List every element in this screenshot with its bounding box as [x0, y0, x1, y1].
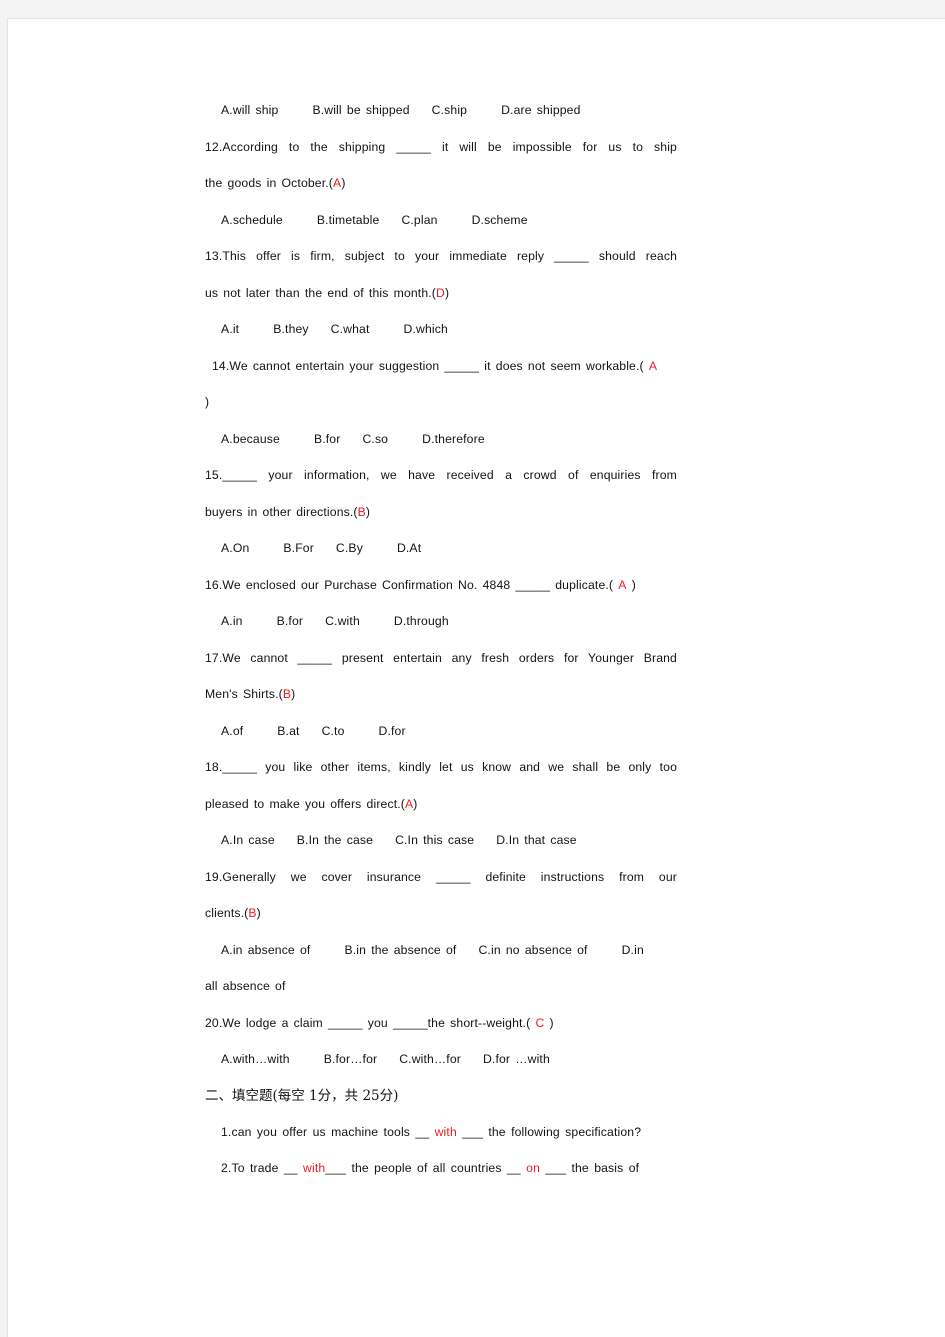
option-b: B.they: [273, 322, 309, 336]
page-left-strip: [0, 18, 7, 1337]
option-d: D.At: [396, 541, 422, 555]
option-d: D.In that case: [496, 833, 577, 847]
option-c: C.In this case: [395, 833, 475, 847]
option-b: B.In the case: [296, 833, 374, 847]
question-stem-q14: 14.We cannot entertain your suggestion _…: [212, 358, 658, 373]
answer-q16: A: [618, 577, 627, 592]
option-a: A.will ship: [221, 103, 279, 117]
section-two-heading: 二、填空题(每空 1分，共 25分): [205, 1087, 399, 1104]
options-row-q20: A.with…with B.for…for C.with…for D.for …wit…: [205, 1041, 685, 1078]
page-top-band: [0, 0, 945, 18]
question-stem-q18: 18._____ you like other items, kindly le…: [205, 760, 677, 774]
question-stem-q15: 15._____ your information, we have recei…: [205, 468, 677, 482]
fill-answer-2b: on: [526, 1161, 540, 1175]
options-row-q12: A.schedule B.timetable C.plan D.scheme: [205, 202, 685, 239]
fill-in-item-2: 2.To trade __ with___ the people of all …: [221, 1161, 640, 1175]
option-b: B.will be shipped: [312, 103, 410, 117]
option-b: B.for: [276, 614, 304, 628]
option-d: D.therefore: [422, 431, 485, 446]
option-c: C.so: [362, 431, 389, 446]
option-a: A.in: [221, 614, 243, 628]
fill-in-item-1: 1.can you offer us machine tools __ with…: [221, 1125, 642, 1139]
option-d: D.through: [393, 614, 449, 628]
answer-q17: B: [282, 687, 292, 701]
question-stem-cont-q18: pleased to make you offers direct.(A): [205, 796, 418, 811]
question-stem-cont-q12: the goods in October.(A): [205, 176, 346, 190]
question-stem-q17: 17.We cannot _____ present entertain any…: [205, 650, 677, 665]
option-b: B.for…for: [323, 1052, 378, 1066]
option-d: D.in: [621, 942, 644, 957]
answer-q20: C: [535, 1015, 545, 1030]
question-stem-cont-q15: buyers in other directions.(B): [205, 504, 371, 519]
question-stem-q19: 19.Generally we cover insurance _____ de…: [205, 869, 677, 884]
question-stem-cont-q14: ): [205, 395, 210, 409]
options-row-q19: A.in absence of B.in the absence of C.in n…: [205, 932, 685, 969]
question-stem-q16: 16.We enclosed our Purchase Confirmation…: [205, 577, 636, 592]
option-a: A.In case: [221, 833, 275, 847]
option-b: B.For: [283, 541, 314, 555]
exam-content: A.will ship B.will be shipped C.ship D.are …: [205, 92, 685, 1186]
option-c: C.to: [321, 723, 345, 738]
answer-q15: B: [357, 504, 366, 519]
question-stem-cont-q17: Men's Shirts.(B): [205, 687, 296, 701]
option-d: D.are shipped: [501, 103, 581, 117]
option-c: C.ship: [431, 103, 468, 117]
option-a: A.it: [221, 322, 240, 336]
option-c: C.what: [330, 322, 370, 336]
option-c: C.in no absence of: [478, 942, 588, 957]
fill-answer-1: with: [434, 1125, 457, 1139]
question-stem-q12: 12.According to the shipping _____ it wi…: [205, 139, 677, 154]
answer-q14: A: [648, 358, 658, 373]
options-row-q17: A.of B.at C.to D.for: [205, 713, 685, 750]
option-a: A.schedule: [221, 212, 283, 227]
question-stem-q13: 13.This offer is firm, subject to your i…: [205, 249, 677, 263]
option-d: D.scheme: [471, 212, 528, 227]
options-row-q13: A.it B.they C.what D.which: [205, 311, 685, 348]
answer-q19: B: [248, 906, 257, 920]
option-d: D.for …with: [482, 1052, 550, 1066]
option-b: B.timetable: [316, 212, 380, 227]
options-row-previous: A.will ship B.will be shipped C.ship D.are …: [205, 92, 685, 129]
options-row-q14: A.because B.for C.so D.therefore: [205, 421, 685, 458]
fill-answer-2a: with: [303, 1161, 326, 1175]
document-page: A.will ship B.will be shipped C.ship D.are …: [0, 0, 945, 1337]
option-a: A.in absence of: [221, 942, 311, 957]
option-a: A.because: [221, 431, 280, 446]
question-stem-cont-q19: clients.(B): [205, 906, 261, 920]
option-b: B.in the absence of: [344, 942, 457, 957]
answer-q13: D: [436, 285, 445, 300]
options-row-q16: A.in B.for C.with D.through: [205, 603, 685, 640]
option-d: D.which: [403, 322, 448, 336]
option-b: B.for: [313, 431, 341, 446]
option-a: A.of: [221, 723, 244, 738]
option-a: A.with…with: [221, 1052, 290, 1066]
option-c: C.with…for: [399, 1052, 461, 1066]
options-row-q15: A.On B.For C.By D.At: [205, 530, 685, 567]
option-b: B.at: [277, 723, 300, 738]
option-c: C.plan: [401, 212, 438, 227]
option-a: A.On: [221, 541, 250, 555]
option-c: C.with: [325, 614, 360, 628]
question-stem-q20: 20.We lodge a claim _____ you _____the s…: [205, 1015, 554, 1030]
options-row-cont-q19: all absence of: [205, 979, 286, 993]
option-d: D.for: [378, 723, 406, 738]
options-row-q18: A.In case B.In the case C.In this case D.In…: [205, 822, 685, 859]
question-stem-cont-q13: us not later than the end of this month.…: [205, 285, 450, 300]
option-c: C.By: [335, 541, 363, 555]
